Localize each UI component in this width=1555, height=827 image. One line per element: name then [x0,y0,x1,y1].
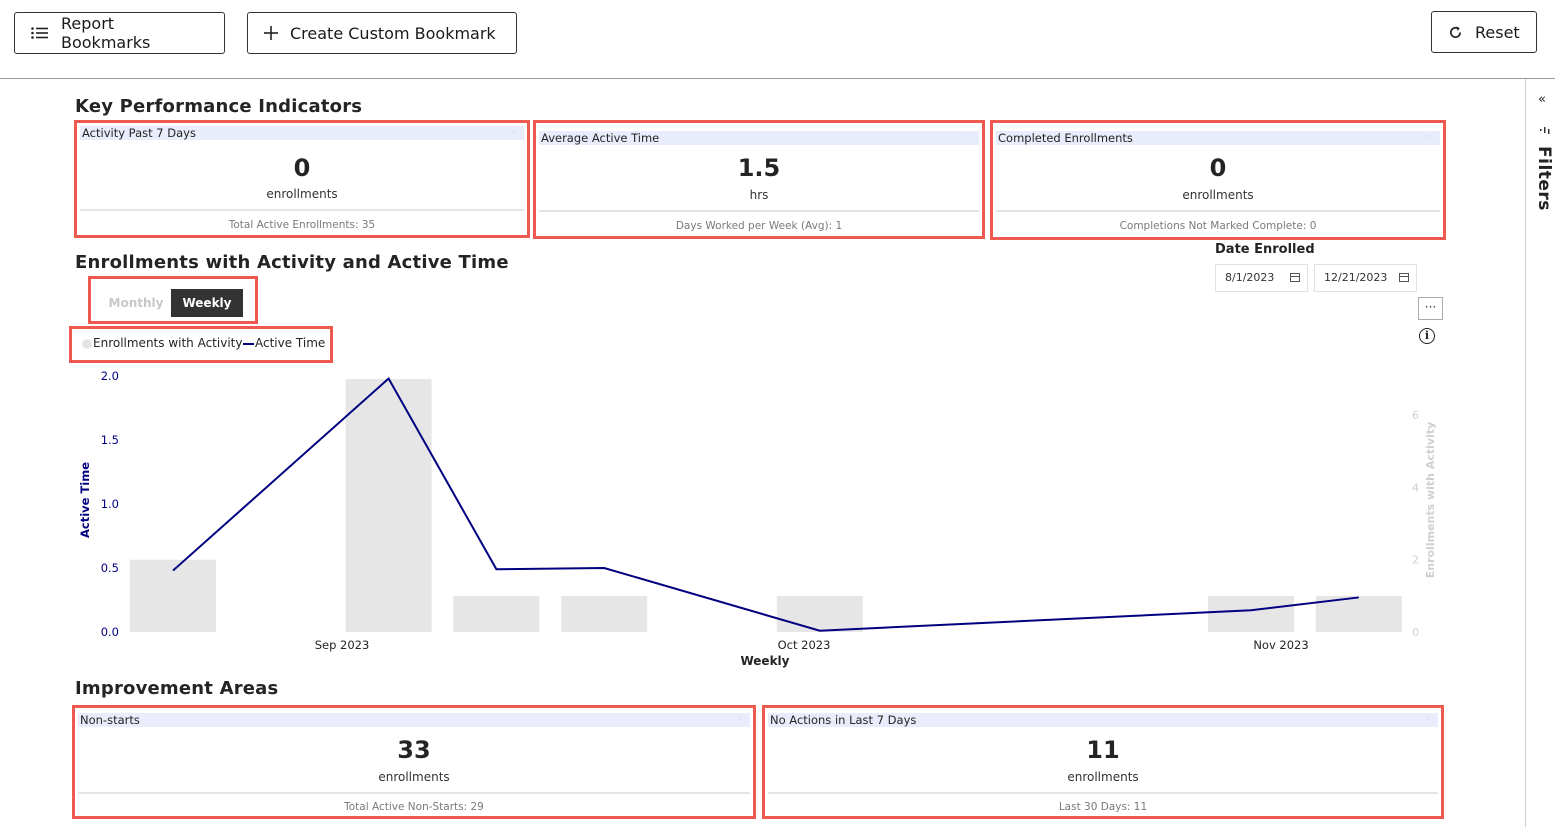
y-left-tick-label: 0.0 [101,625,119,639]
calendar-icon[interactable] [1290,273,1300,282]
x-tick-label: Oct 2023 [778,638,831,652]
bar-enrollments [130,559,216,632]
kpi-unit: hrs [749,188,769,202]
card-options-icon: ◦ [510,127,516,138]
period-toggle: Monthly Weekly [88,276,258,324]
kpi-value: 11 [1086,736,1120,764]
kpi-unit: enrollments [1182,188,1254,202]
kpi-divider [80,209,524,211]
kpi-unit: enrollments [378,770,450,784]
kpi-value: 33 [397,736,431,764]
report-bookmarks-label: Report Bookmarks [61,14,151,52]
y-right-tick-label: 6 [1412,409,1419,422]
kpi-footer: Completions Not Marked Complete: 0 [1119,220,1317,232]
filter-icon [1540,123,1550,142]
improvement-section-title: Improvement Areas [75,678,279,699]
report-bookmarks-button[interactable]: Report Bookmarks [14,12,225,54]
card-options-icon: ◦ [736,714,742,725]
kpi-card-average-active-time: Average Active Time ◦ 1.5 hrs Days Worked… [533,120,985,239]
legend-bar-swatch [82,339,92,349]
kpi-value: 1.5 [737,154,781,182]
reset-label: Reset [1475,22,1520,42]
card-options-icon: ◦ [1424,714,1430,725]
card-options-icon: ◦ [965,132,971,143]
legend-entry-active-time[interactable]: Active Time [255,336,325,350]
kpi-footer: Last 30 Days: 11 [1058,801,1148,813]
x-axis-title: Weekly [740,654,789,668]
kpi-card-completed-enrollments: Completed Enrollments ◦ 0 enrollments Com… [990,120,1446,240]
y-left-tick-label: 2.0 [101,369,119,383]
kpi-footer: Days Worked per Week (Avg): 1 [675,220,843,232]
legend-line-swatch [243,343,254,345]
bar-enrollments [776,595,863,632]
kpi-card-title: Activity Past 7 Days ◦ [80,126,524,140]
x-tick-label: Nov 2023 [1253,638,1308,652]
y-left-tick-label: 1.5 [101,433,119,447]
kpi-card-title: Non-starts ◦ [78,713,750,727]
kpi-footer: Total Active Enrollments: 35 [228,219,376,231]
date-enrolled-label: Date Enrolled [1215,242,1315,257]
bar-enrollments [561,595,648,632]
kpi-card-activity: Activity Past 7 Days ◦ 0 enrollments Tota… [74,120,530,238]
top-toolbar: Report Bookmarks Create Custom Bookmark … [0,0,1555,79]
kpi-unit: enrollments [1067,770,1139,784]
filters-label[interactable]: Filters [1534,146,1554,211]
legend-entry-enrollments[interactable]: Enrollments with Activity [93,336,242,350]
calendar-icon[interactable] [1399,273,1409,282]
kpi-card-non-starts: Non-starts ◦ 33 enrollments Total Active … [72,705,756,819]
kpi-value: 0 [293,154,311,182]
kpi-card-title: Average Active Time ◦ [539,131,979,145]
y-right-tick-label: 4 [1412,481,1419,494]
more-options-button[interactable]: ··· [1418,297,1443,320]
bar-enrollments [1315,595,1402,632]
kpi-card-title: No Actions in Last 7 Days ◦ [768,713,1438,727]
activity-section-title: Enrollments with Activity and Active Tim… [75,252,509,273]
y-left-tick-label: 1.0 [101,497,119,511]
bar-enrollments [1208,595,1294,632]
x-tick-label: Sep 2023 [315,638,370,652]
bar-enrollments [345,379,432,632]
bar-enrollments [453,595,540,632]
end-date-input[interactable]: 12/21/2023 [1314,264,1417,292]
card-options-icon: ◦ [1426,132,1432,143]
kpi-card-no-actions: No Actions in Last 7 Days ◦ 11 enrollment… [762,705,1444,819]
y-left-tick-label: 0.5 [101,561,119,575]
y-right-axis-title: Enrollments with Activity [1424,422,1437,579]
toggle-weekly[interactable]: Weekly [171,289,243,317]
plus-icon [264,26,278,40]
list-icon [31,27,49,39]
start-date-input[interactable]: 8/1/2023 [1215,264,1308,292]
kpi-divider [996,210,1440,212]
y-right-tick-label: 0 [1412,626,1419,639]
kpi-divider [768,792,1438,794]
kpi-divider [78,792,750,794]
kpi-card-title: Completed Enrollments ◦ [996,131,1440,145]
kpi-footer: Total Active Non-Starts: 29 [344,801,484,813]
collapse-chevron-icon[interactable]: « [1538,92,1546,107]
line-active-time [172,376,1359,632]
reset-button[interactable]: Reset [1431,11,1537,53]
kpi-section-title: Key Performance Indicators [75,96,363,117]
toggle-monthly[interactable]: Monthly [97,289,175,317]
chart-legend: Enrollments with Activity Active Time [69,326,333,363]
y-left-axis-title: Active Time [78,462,92,538]
create-custom-bookmark-label: Create Custom Bookmark [290,23,496,43]
info-icon[interactable]: i [1419,328,1435,344]
create-custom-bookmark-button[interactable]: Create Custom Bookmark [247,12,517,54]
y-right-tick-label: 2 [1412,554,1419,567]
refresh-icon [1448,25,1463,40]
kpi-unit: enrollments [266,187,338,201]
kpi-value: 0 [1209,154,1227,182]
kpi-divider [539,210,979,212]
